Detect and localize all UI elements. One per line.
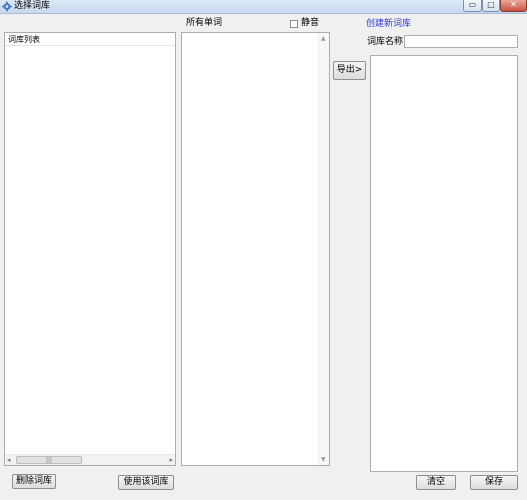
mute-label[interactable]: 静音: [301, 18, 319, 29]
all-words-list[interactable]: ▲ ▼: [181, 32, 330, 466]
all-words-label: 所有单词: [186, 18, 223, 28]
library-name-input[interactable]: [404, 35, 518, 48]
scroll-up-icon[interactable]: ▲: [321, 35, 326, 42]
delete-library-button[interactable]: 删除词库: [12, 474, 56, 489]
close-button[interactable]: ✕: [500, 0, 527, 12]
scroll-thumb[interactable]: |||: [16, 456, 82, 464]
scroll-left-icon[interactable]: ◂: [7, 456, 11, 464]
export-button[interactable]: 导出>: [333, 61, 366, 80]
library-name-label: 词库名称: [367, 37, 404, 47]
create-library-link[interactable]: 创建新词库: [366, 19, 411, 30]
mute-checkbox[interactable]: [290, 20, 298, 28]
gear-icon: [2, 1, 12, 12]
horizontal-scrollbar[interactable]: ◂ ||| ▸: [5, 454, 175, 465]
use-library-button[interactable]: 使用该词库: [118, 475, 174, 490]
minimize-button[interactable]: ▭: [463, 0, 482, 12]
title-bar: 选择词库 ▭ □ ✕: [0, 0, 527, 14]
save-button[interactable]: 保存: [470, 475, 518, 490]
window-title: 选择词库: [14, 1, 51, 11]
maximize-button[interactable]: □: [482, 0, 500, 12]
clear-button[interactable]: 清空: [416, 475, 456, 490]
scroll-down-icon[interactable]: ▼: [321, 456, 326, 463]
library-list[interactable]: 词库列表 ◂ ||| ▸: [4, 32, 176, 466]
library-list-header[interactable]: 词库列表: [5, 33, 175, 46]
new-library-words-list[interactable]: [370, 55, 518, 472]
scroll-right-icon[interactable]: ▸: [169, 456, 173, 464]
vertical-scrollbar[interactable]: ▲ ▼: [318, 33, 329, 465]
